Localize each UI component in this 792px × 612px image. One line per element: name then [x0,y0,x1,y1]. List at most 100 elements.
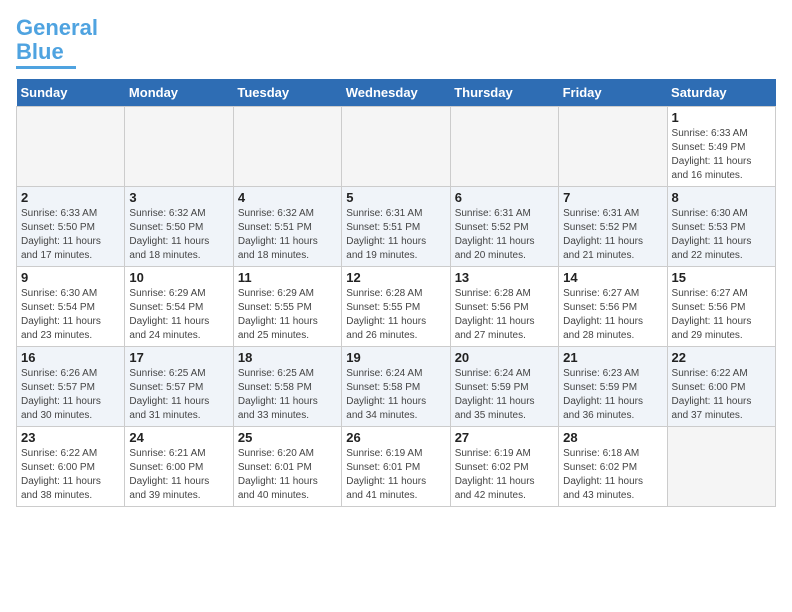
day-info: Sunrise: 6:28 AM Sunset: 5:55 PM Dayligh… [346,287,445,343]
day-info: Sunrise: 6:24 AM Sunset: 5:58 PM Dayligh… [346,367,445,423]
day-number: 4 [238,190,337,205]
day-number: 3 [129,190,228,205]
day-info: Sunrise: 6:28 AM Sunset: 5:56 PM Dayligh… [455,287,554,343]
calendar-week-row: 9 Sunrise: 6:30 AM Sunset: 5:54 PM Daylig… [17,267,776,347]
calendar-day-3: 3 Sunrise: 6:32 AM Sunset: 5:50 PM Daylig… [125,187,233,267]
calendar-day-10: 10Sunrise: 6:29 AM Sunset: 5:54 PM Dayli… [125,267,233,347]
calendar-empty-cell [450,107,558,187]
day-number: 7 [563,190,662,205]
day-info: Sunrise: 6:27 AM Sunset: 5:56 PM Dayligh… [672,287,771,343]
day-info: Sunrise: 6:32 AM Sunset: 5:51 PM Dayligh… [238,207,337,263]
day-number: 21 [563,350,662,365]
day-number: 16 [21,350,120,365]
calendar-day-20: 20 Sunrise: 6:24 AM Sunset: 5:59 PM Dayli… [450,347,558,427]
calendar-day-7: 7 Sunrise: 6:31 AM Sunset: 5:52 PM Daylig… [559,187,667,267]
day-info: Sunrise: 6:18 AM Sunset: 6:02 PM Dayligh… [563,447,662,503]
calendar-empty-cell [233,107,341,187]
weekday-header-wednesday: Wednesday [342,79,450,107]
calendar-day-5: 5Sunrise: 6:31 AM Sunset: 5:51 PM Daylig… [342,187,450,267]
calendar-day-18: 18Sunrise: 6:25 AM Sunset: 5:58 PM Dayli… [233,347,341,427]
day-number: 15 [672,270,771,285]
day-info: Sunrise: 6:26 AM Sunset: 5:57 PM Dayligh… [21,367,120,423]
day-info: Sunrise: 6:32 AM Sunset: 5:50 PM Dayligh… [129,207,228,263]
day-info: Sunrise: 6:31 AM Sunset: 5:52 PM Dayligh… [455,207,554,263]
day-number: 24 [129,430,228,445]
calendar-day-8: 8 Sunrise: 6:30 AM Sunset: 5:53 PM Daylig… [667,187,775,267]
calendar-day-15: 15 Sunrise: 6:27 AM Sunset: 5:56 PM Dayli… [667,267,775,347]
day-number: 1 [672,110,771,125]
calendar-day-12: 12 Sunrise: 6:28 AM Sunset: 5:55 PM Dayli… [342,267,450,347]
calendar-empty-cell [17,107,125,187]
day-info: Sunrise: 6:33 AM Sunset: 5:50 PM Dayligh… [21,207,120,263]
logo-blue: Blue [16,39,64,64]
calendar-day-25: 25 Sunrise: 6:20 AM Sunset: 6:01 PM Dayli… [233,427,341,507]
day-number: 11 [238,270,337,285]
day-number: 25 [238,430,337,445]
day-number: 12 [346,270,445,285]
calendar-day-16: 16 Sunrise: 6:26 AM Sunset: 5:57 PM Dayli… [17,347,125,427]
day-number: 8 [672,190,771,205]
calendar-empty-cell [342,107,450,187]
day-number: 17 [129,350,228,365]
calendar-day-14: 14Sunrise: 6:27 AM Sunset: 5:56 PM Dayli… [559,267,667,347]
day-number: 18 [238,350,337,365]
day-number: 28 [563,430,662,445]
day-number: 22 [672,350,771,365]
day-info: Sunrise: 6:31 AM Sunset: 5:52 PM Dayligh… [563,207,662,263]
calendar-table: SundayMondayTuesdayWednesdayThursdayFrid… [16,79,776,507]
day-info: Sunrise: 6:23 AM Sunset: 5:59 PM Dayligh… [563,367,662,423]
day-info: Sunrise: 6:30 AM Sunset: 5:54 PM Dayligh… [21,287,120,343]
calendar-week-row: 1 Sunrise: 6:33 AM Sunset: 5:49 PM Daylig… [17,107,776,187]
calendar-day-26: 26 Sunrise: 6:19 AM Sunset: 6:01 PM Dayli… [342,427,450,507]
day-number: 27 [455,430,554,445]
calendar-day-19: 19 Sunrise: 6:24 AM Sunset: 5:58 PM Dayli… [342,347,450,427]
calendar-week-row: 2 Sunrise: 6:33 AM Sunset: 5:50 PM Daylig… [17,187,776,267]
calendar-day-1: 1 Sunrise: 6:33 AM Sunset: 5:49 PM Daylig… [667,107,775,187]
page-header: General Blue [16,16,776,69]
calendar-day-2: 2 Sunrise: 6:33 AM Sunset: 5:50 PM Daylig… [17,187,125,267]
day-info: Sunrise: 6:22 AM Sunset: 6:00 PM Dayligh… [672,367,771,423]
weekday-header-sunday: Sunday [17,79,125,107]
day-number: 23 [21,430,120,445]
day-info: Sunrise: 6:29 AM Sunset: 5:54 PM Dayligh… [129,287,228,343]
day-info: Sunrise: 6:19 AM Sunset: 6:01 PM Dayligh… [346,447,445,503]
logo: General Blue [16,16,98,69]
calendar-day-6: 6 Sunrise: 6:31 AM Sunset: 5:52 PM Daylig… [450,187,558,267]
day-info: Sunrise: 6:22 AM Sunset: 6:00 PM Dayligh… [21,447,120,503]
day-number: 20 [455,350,554,365]
calendar-day-11: 11 Sunrise: 6:29 AM Sunset: 5:55 PM Dayli… [233,267,341,347]
day-number: 2 [21,190,120,205]
calendar-empty-cell [667,427,775,507]
logo-text: General Blue [16,16,98,64]
day-number: 9 [21,270,120,285]
logo-general: General [16,15,98,40]
calendar-day-21: 21 Sunrise: 6:23 AM Sunset: 5:59 PM Dayli… [559,347,667,427]
calendar-day-24: 24 Sunrise: 6:21 AM Sunset: 6:00 PM Dayli… [125,427,233,507]
calendar-day-17: 17 Sunrise: 6:25 AM Sunset: 5:57 PM Dayli… [125,347,233,427]
day-info: Sunrise: 6:30 AM Sunset: 5:53 PM Dayligh… [672,207,771,263]
day-info: Sunrise: 6:29 AM Sunset: 5:55 PM Dayligh… [238,287,337,343]
day-number: 6 [455,190,554,205]
day-info: Sunrise: 6:33 AM Sunset: 5:49 PM Dayligh… [672,127,771,183]
day-info: Sunrise: 6:21 AM Sunset: 6:00 PM Dayligh… [129,447,228,503]
calendar-day-9: 9 Sunrise: 6:30 AM Sunset: 5:54 PM Daylig… [17,267,125,347]
day-number: 13 [455,270,554,285]
day-info: Sunrise: 6:20 AM Sunset: 6:01 PM Dayligh… [238,447,337,503]
calendar-day-28: 28 Sunrise: 6:18 AM Sunset: 6:02 PM Dayli… [559,427,667,507]
day-info: Sunrise: 6:19 AM Sunset: 6:02 PM Dayligh… [455,447,554,503]
weekday-header-saturday: Saturday [667,79,775,107]
day-info: Sunrise: 6:24 AM Sunset: 5:59 PM Dayligh… [455,367,554,423]
calendar-empty-cell [559,107,667,187]
weekday-header-monday: Monday [125,79,233,107]
weekday-header-friday: Friday [559,79,667,107]
day-number: 19 [346,350,445,365]
calendar-day-13: 13 Sunrise: 6:28 AM Sunset: 5:56 PM Dayli… [450,267,558,347]
calendar-day-27: 27 Sunrise: 6:19 AM Sunset: 6:02 PM Dayli… [450,427,558,507]
calendar-day-22: 22 Sunrise: 6:22 AM Sunset: 6:00 PM Dayli… [667,347,775,427]
calendar-week-row: 16 Sunrise: 6:26 AM Sunset: 5:57 PM Dayli… [17,347,776,427]
calendar-header-row: SundayMondayTuesdayWednesdayThursdayFrid… [17,79,776,107]
logo-underline [16,66,76,69]
day-info: Sunrise: 6:25 AM Sunset: 5:57 PM Dayligh… [129,367,228,423]
day-number: 26 [346,430,445,445]
weekday-header-tuesday: Tuesday [233,79,341,107]
